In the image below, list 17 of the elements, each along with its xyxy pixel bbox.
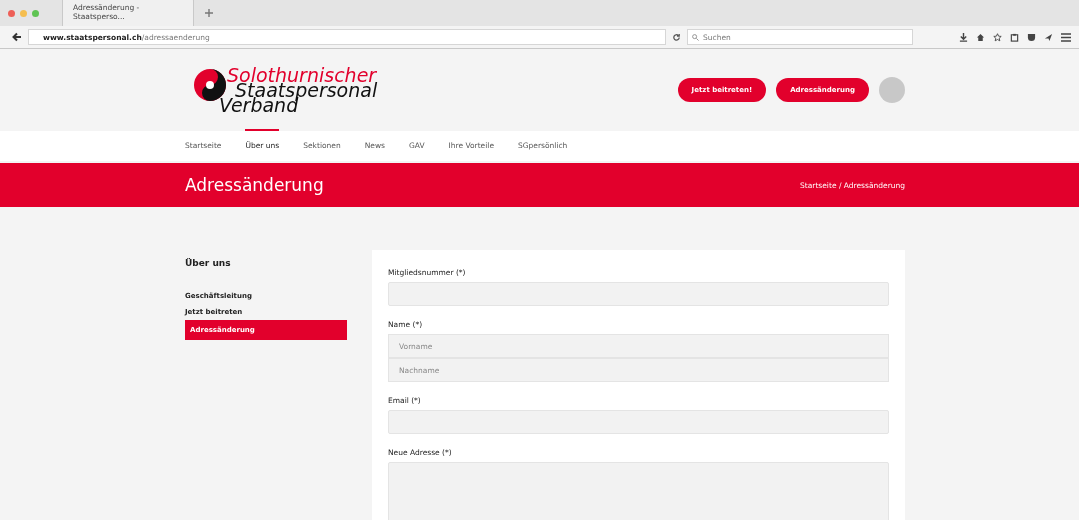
search-icon — [692, 33, 699, 41]
input-field[interactable] — [388, 282, 889, 306]
shield-icon[interactable] — [1027, 32, 1036, 42]
back-icon[interactable] — [12, 32, 22, 42]
new-tab-icon[interactable] — [205, 9, 213, 17]
input-field[interactable] — [388, 410, 889, 434]
download-icon[interactable] — [959, 32, 968, 42]
menu-icon[interactable] — [1061, 32, 1071, 42]
close-window-button[interactable] — [8, 9, 15, 17]
reload-icon[interactable] — [672, 32, 681, 42]
home-icon[interactable] — [976, 32, 985, 42]
sidebar-title: Über uns — [185, 258, 232, 268]
send-icon[interactable] — [1044, 32, 1053, 42]
star-icon[interactable] — [993, 32, 1002, 42]
page-title: Adressänderung — [185, 175, 324, 195]
clipboard-icon[interactable] — [1010, 32, 1019, 42]
logo-text: Solothurnischer — [227, 67, 378, 83]
